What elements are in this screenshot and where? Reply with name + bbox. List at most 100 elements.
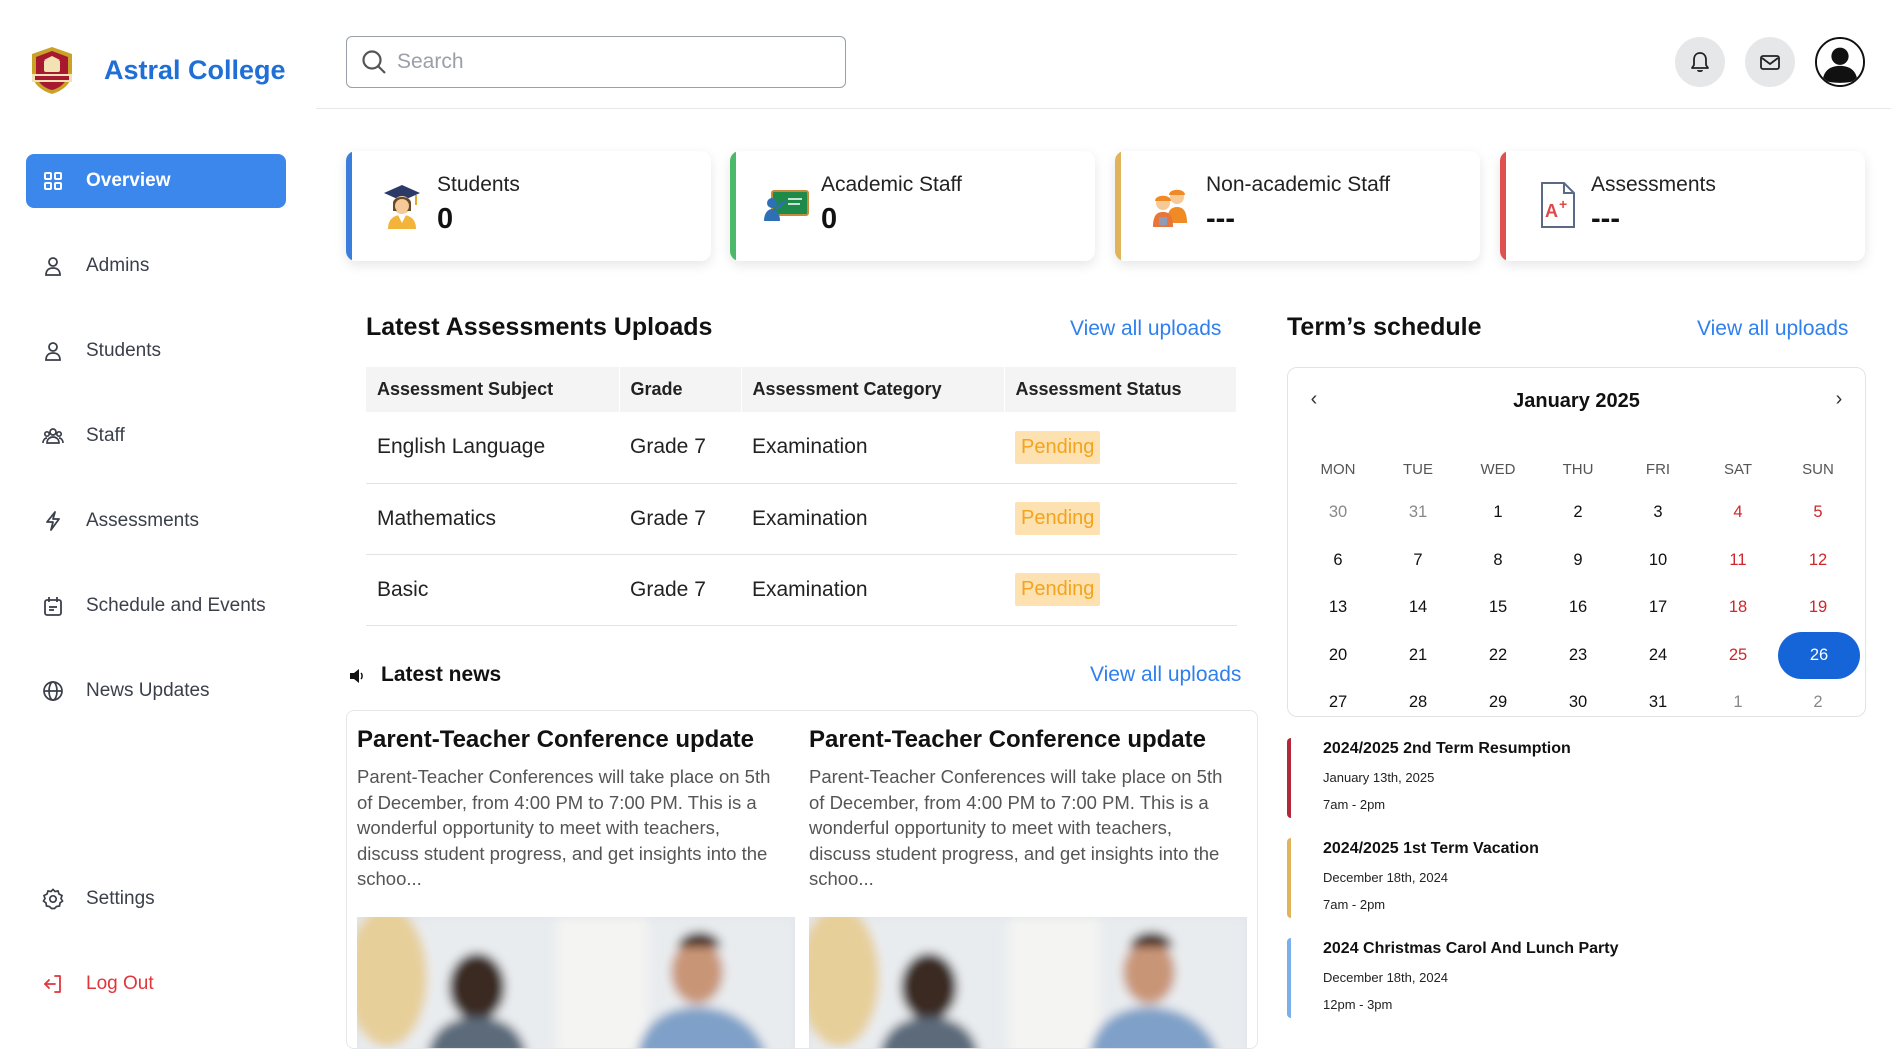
calendar-day-number: 31: [1648, 693, 1668, 712]
calendar-day[interactable]: 27: [1298, 679, 1378, 727]
stat-value: 0: [437, 203, 454, 235]
sidebar-item-assessments[interactable]: Assessments: [26, 494, 286, 548]
table-row[interactable]: English Language Grade 7 Examination Pen…: [366, 412, 1237, 484]
calendar-day[interactable]: 8: [1458, 537, 1538, 585]
event-item[interactable]: 2024 Christmas Carol And Lunch Party Dec…: [1287, 938, 1866, 1038]
event-accent-bar: [1287, 938, 1291, 1018]
calendar-day-number: 15: [1488, 598, 1508, 617]
news-card-title: Parent-Teacher Conference update: [357, 726, 754, 753]
calendar-day[interactable]: 31: [1378, 489, 1458, 537]
accent-bar: [730, 151, 736, 261]
calendar-day[interactable]: 1: [1458, 489, 1538, 537]
table-row[interactable]: Basic Grade 7 Examination Pending: [366, 554, 1237, 626]
calendar-day[interactable]: 26: [1778, 631, 1860, 680]
assessments-view-all-link[interactable]: View all uploads: [1070, 317, 1221, 341]
notifications-button[interactable]: [1675, 37, 1725, 87]
stat-card-academic-staff[interactable]: Academic Staff 0: [730, 151, 1095, 261]
teacher-board-icon: [764, 190, 809, 221]
news-view-all-link[interactable]: View all uploads: [1090, 663, 1241, 687]
sidebar-item-news-updates[interactable]: News Updates: [26, 664, 286, 718]
search-box[interactable]: [346, 36, 846, 88]
calendar-month-label: January 2025: [1513, 390, 1640, 412]
stat-card-assessments[interactable]: A + Assessments ---: [1500, 151, 1865, 261]
calendar-day[interactable]: 4: [1698, 489, 1778, 537]
event-item[interactable]: 2024/2025 1st Term Vacation December 18t…: [1287, 838, 1866, 938]
calendar-day[interactable]: 21: [1378, 632, 1458, 680]
table-row[interactable]: Mathematics Grade 7 Examination Pending: [366, 483, 1237, 555]
calendar-day[interactable]: 9: [1538, 537, 1618, 585]
workers-icon: [1153, 189, 1187, 227]
calendar-day[interactable]: 25: [1698, 632, 1778, 680]
event-accent-bar: [1287, 738, 1291, 818]
calendar-day[interactable]: 28: [1378, 679, 1458, 727]
calendar-day[interactable]: 19: [1778, 584, 1858, 632]
brand[interactable]: Astral College: [26, 44, 286, 96]
status-badge: Pending: [1015, 430, 1101, 464]
stat-card-students[interactable]: Students 0: [346, 151, 711, 261]
calendar-day[interactable]: 23: [1538, 632, 1618, 680]
news-card[interactable]: Parent-Teacher Conference update Parent-…: [799, 726, 1237, 892]
calendar-day-number: 8: [1493, 550, 1503, 569]
speaker-icon: [350, 669, 363, 683]
sidebar-item-overview[interactable]: Overview: [26, 154, 286, 208]
calendar-day[interactable]: 24: [1618, 632, 1698, 680]
event-title: 2024/2025 1st Term Vacation: [1323, 840, 1539, 857]
accent-bar: [1500, 151, 1506, 261]
sidebar-item-settings[interactable]: Settings: [26, 872, 286, 926]
calendar-day[interactable]: 18: [1698, 584, 1778, 632]
search-input[interactable]: [397, 50, 817, 74]
calendar-day[interactable]: 15: [1458, 584, 1538, 632]
news-card-image[interactable]: [809, 917, 1247, 1048]
avatar-icon: [1817, 39, 1863, 85]
calendar-day[interactable]: 30: [1298, 489, 1378, 537]
calendar-day-number: 12: [1808, 550, 1828, 569]
messages-button[interactable]: [1745, 37, 1795, 87]
news-card-image[interactable]: [357, 917, 795, 1048]
calendar-day-number: 7: [1413, 550, 1423, 569]
calendar-day[interactable]: 20: [1298, 632, 1378, 680]
calendar-day[interactable]: 22: [1458, 632, 1538, 680]
calendar-day[interactable]: 10: [1618, 537, 1698, 585]
sidebar-item-schedule[interactable]: Schedule and Events: [26, 579, 286, 633]
calendar-day[interactable]: 31: [1618, 679, 1698, 727]
sidebar-item-admins[interactable]: Admins: [26, 239, 286, 293]
calendar-day-number: 3: [1653, 503, 1663, 521]
calendar-day[interactable]: 13: [1298, 584, 1378, 632]
news-card-title: Parent-Teacher Conference update: [809, 726, 1206, 753]
calendar-day[interactable]: 30: [1538, 679, 1618, 727]
logout-button[interactable]: Log Out: [26, 957, 286, 1011]
sidebar-item-label: Assessments: [86, 510, 199, 531]
calendar-day-number: 4: [1733, 503, 1743, 521]
calendar-day[interactable]: 17: [1618, 584, 1698, 632]
calendar-day[interactable]: 1: [1698, 679, 1778, 727]
gear-icon: [42, 888, 64, 910]
news-card[interactable]: Parent-Teacher Conference update Parent-…: [347, 726, 785, 892]
calendar-day[interactable]: 5: [1778, 489, 1858, 537]
calendar-day[interactable]: 6: [1298, 537, 1378, 585]
calendar-day[interactable]: 2: [1538, 489, 1618, 537]
stat-value: ---: [1591, 203, 1620, 235]
calendar-next-button[interactable]: ›: [1827, 388, 1851, 411]
stat-card-non-academic-staff[interactable]: Non-academic Staff ---: [1115, 151, 1480, 261]
calendar-day[interactable]: 3: [1618, 489, 1698, 537]
events-list: 2024/2025 2nd Term Resumption January 13…: [1287, 738, 1866, 1038]
calendar-day-number: 25: [1728, 645, 1748, 664]
event-time: 7am - 2pm: [1323, 897, 1386, 912]
calendar-day[interactable]: 14: [1378, 584, 1458, 632]
column-header: Assessment Category: [741, 367, 1005, 412]
schedule-view-all-link[interactable]: View all uploads: [1697, 317, 1848, 341]
sidebar-item-label: Overview: [86, 170, 171, 191]
sidebar-bottom: Settings Log Out: [26, 872, 286, 1042]
calendar-day[interactable]: 16: [1538, 584, 1618, 632]
user-avatar[interactable]: [1815, 37, 1865, 87]
calendar-day[interactable]: 29: [1458, 679, 1538, 727]
sidebar-item-staff[interactable]: Staff: [26, 409, 286, 463]
event-item[interactable]: 2024/2025 2nd Term Resumption January 13…: [1287, 738, 1866, 838]
calendar-day[interactable]: 7: [1378, 537, 1458, 585]
calendar-day[interactable]: 12: [1778, 537, 1858, 585]
calendar-day[interactable]: 2: [1778, 679, 1858, 727]
news-title: Latest news: [381, 663, 502, 686]
calendar-day[interactable]: 11: [1698, 537, 1778, 585]
sidebar-item-students[interactable]: Students: [26, 324, 286, 378]
category-cell: Examination: [741, 554, 1004, 626]
